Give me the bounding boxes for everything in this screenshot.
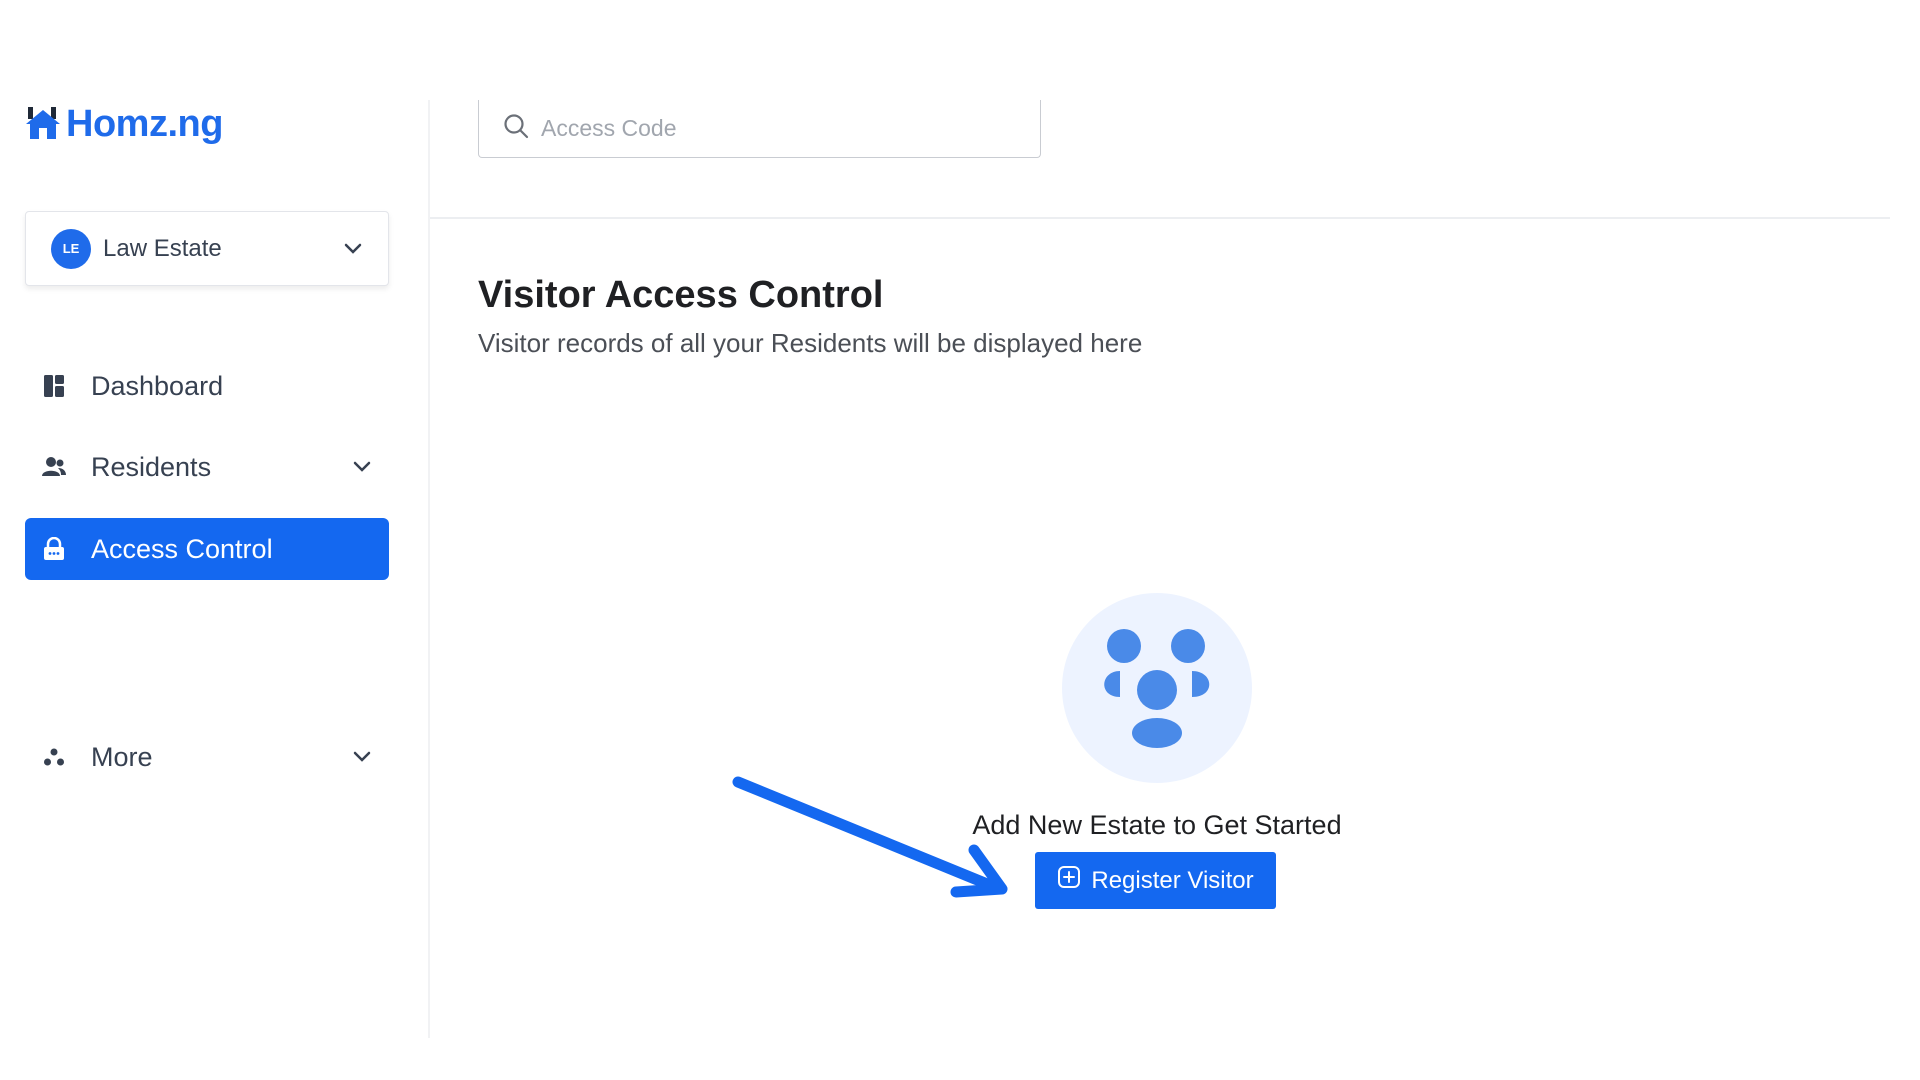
lock-icon <box>41 536 67 562</box>
header-divider <box>430 217 1890 219</box>
chevron-down-icon <box>351 456 373 478</box>
chevron-down-icon <box>351 746 373 768</box>
access-code-search[interactable] <box>478 100 1041 158</box>
estate-selector[interactable]: LE Law Estate <box>25 211 389 286</box>
sidebar-divider <box>428 100 430 1038</box>
search-input[interactable] <box>541 115 1001 142</box>
page-subtitle: Visitor records of all your Residents wi… <box>478 328 1143 358</box>
chevron-down-icon <box>342 238 364 260</box>
sidebar-item-label: Access Control <box>91 533 273 564</box>
sidebar-item-more[interactable]: More <box>25 726 389 788</box>
sidebar-item-label: More <box>91 741 153 772</box>
brand-logo[interactable]: Homz.ng <box>24 100 223 148</box>
more-icon <box>41 744 67 770</box>
register-visitor-label: Register Visitor <box>1091 866 1254 894</box>
empty-state-message: Add New Estate to Get Started <box>972 810 1342 840</box>
page-title: Visitor Access Control <box>478 274 884 316</box>
estate-avatar: LE <box>51 228 91 269</box>
sidebar: Homz.ng LE Law Estate Dashboard Resident… <box>0 0 430 1038</box>
annotation-arrow-icon <box>732 776 1008 898</box>
search-icon <box>503 113 529 144</box>
sidebar-item-residents[interactable]: Residents <box>25 436 389 498</box>
estate-name: Law Estate <box>103 234 222 262</box>
plus-square-icon <box>1057 865 1081 896</box>
dashboard-icon <box>41 373 67 399</box>
sidebar-item-label: Dashboard <box>91 370 224 401</box>
brand-name: Homz.ng <box>66 102 223 145</box>
visitors-group-icon <box>1104 629 1210 748</box>
visitors-illustration <box>1062 593 1252 783</box>
sidebar-item-access-control[interactable]: Access Control <box>25 518 389 580</box>
sidebar-item-label: Residents <box>91 451 212 482</box>
register-visitor-button[interactable]: Register Visitor <box>1035 852 1276 909</box>
sidebar-item-dashboard[interactable]: Dashboard <box>25 355 389 417</box>
house-logo-icon <box>26 107 60 139</box>
residents-icon <box>41 454 67 480</box>
